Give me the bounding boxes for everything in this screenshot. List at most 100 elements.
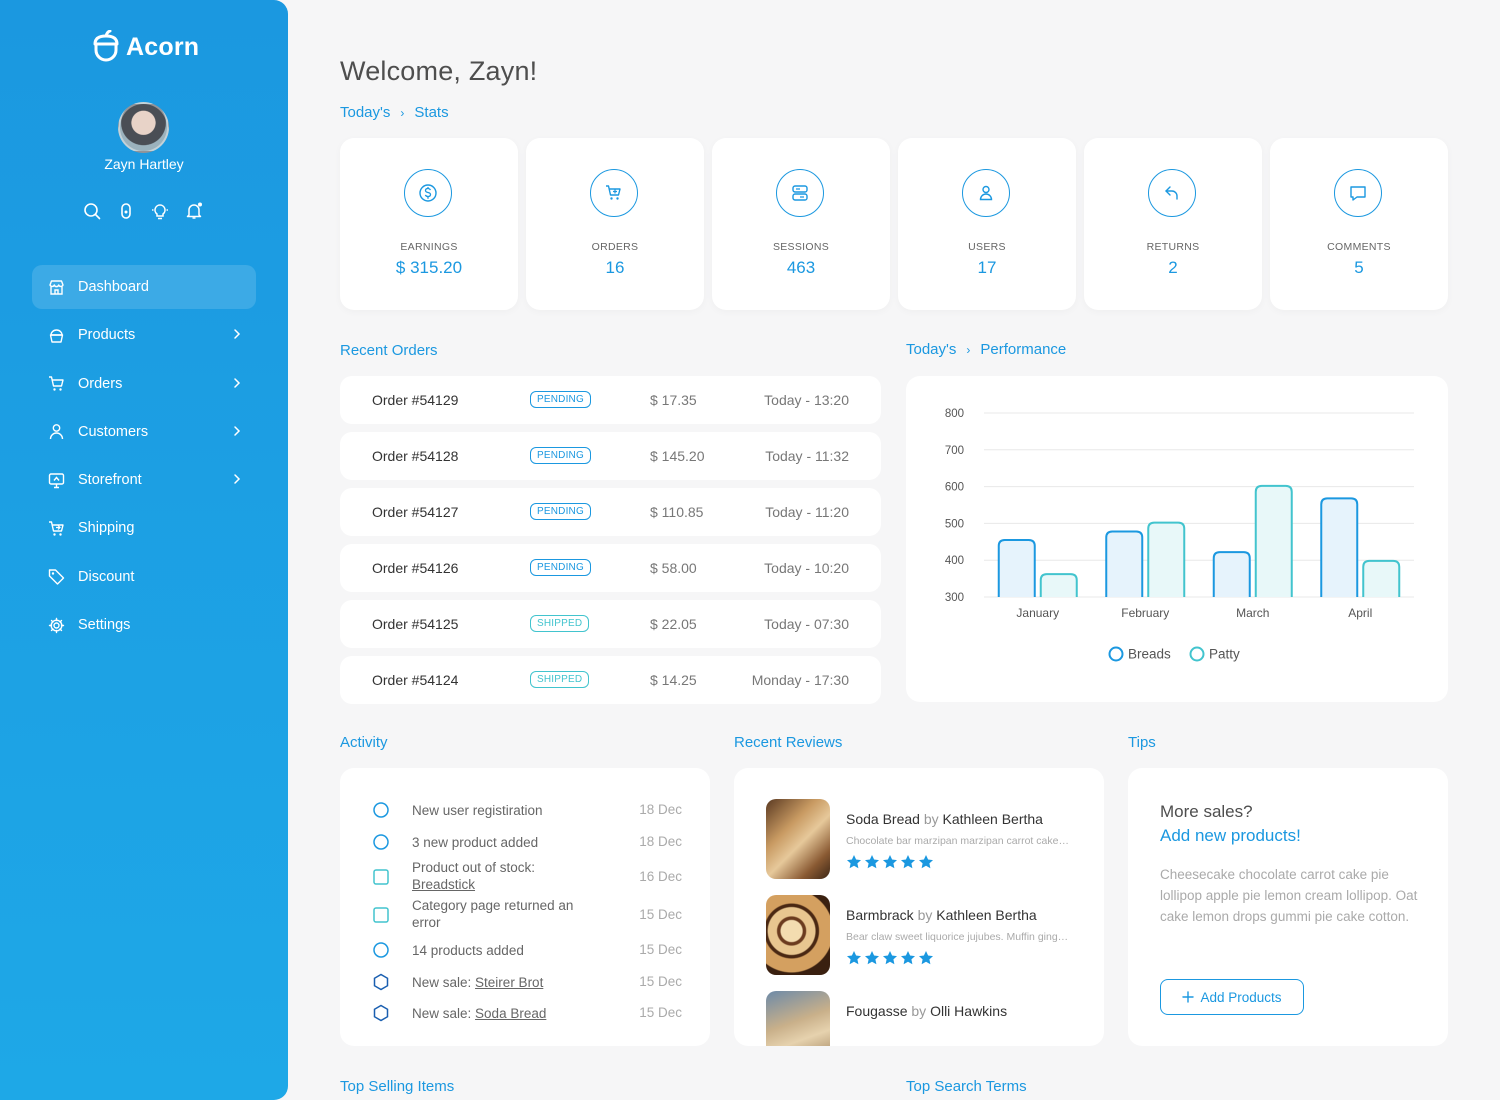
sidebar-item-products[interactable]: Products <box>32 313 256 357</box>
review-product[interactable]: Fougasse <box>846 1003 907 1019</box>
sidebar-item-dashboard[interactable]: Dashboard <box>32 265 256 309</box>
performance-breadcrumb: Today's › Performance <box>906 341 1066 358</box>
star-icon <box>919 951 933 965</box>
user-name[interactable]: Zayn Hartley <box>0 156 288 172</box>
y-tick-label: 500 <box>945 518 964 530</box>
bar-patty-february <box>1147 521 1186 597</box>
review-item[interactable]: Fougasse by Olli Hawkins <box>766 991 1076 1046</box>
review-author: Kathleen Bertha <box>942 811 1043 827</box>
status-badge: SHIPPED <box>530 671 590 688</box>
stat-label: SESSIONS <box>772 241 830 253</box>
activity-text: New sale: <box>412 975 472 990</box>
stat-card-orders[interactable]: ORDERS 16 <box>526 138 704 310</box>
order-amount: $ 17.35 <box>650 392 697 408</box>
review-item[interactable]: Soda Bread by Kathleen Bertha Chocolate … <box>766 799 1076 879</box>
star-icon <box>865 951 879 965</box>
sidebar-item-settings[interactable]: Settings <box>32 603 256 647</box>
stat-value: 463 <box>786 258 816 277</box>
star-icon <box>901 855 915 869</box>
activity-link[interactable]: Breadstick <box>412 877 475 892</box>
order-id: Order #54127 <box>372 504 459 520</box>
status-badge: PENDING <box>530 447 591 464</box>
review-product[interactable]: Barmbrack <box>846 907 914 923</box>
table-row[interactable]: Order #54124 SHIPPED $ 14.25 Monday - 17… <box>340 656 881 704</box>
breadcrumb-prefix[interactable]: Today's <box>340 104 390 121</box>
review-snippet: Bear claw sweet liquorice jujubes. Muffi… <box>846 931 1071 943</box>
y-tick-label: 800 <box>945 408 964 420</box>
table-row[interactable]: Order #54128 PENDING $ 145.20 Today - 11… <box>340 432 881 480</box>
activity-date: 15 Dec <box>639 1005 682 1020</box>
sidebar-item-label: Orders <box>78 375 123 392</box>
star-icon <box>901 951 915 965</box>
sidebar-item-shipping[interactable]: Shipping <box>32 506 256 550</box>
stat-label: COMMENTS <box>1327 241 1391 253</box>
table-row[interactable]: Order #54127 PENDING $ 110.85 Today - 11… <box>340 488 881 536</box>
y-tick-label: 700 <box>945 445 964 457</box>
table-row[interactable]: Order #54125 SHIPPED $ 22.05 Today - 07:… <box>340 600 881 648</box>
bell-icon[interactable] <box>185 202 203 220</box>
lightbulb-icon[interactable] <box>151 202 169 220</box>
chevron-right-icon <box>234 377 241 388</box>
page-title: Welcome, Zayn! <box>340 56 538 86</box>
cart-icon <box>48 375 65 392</box>
cupcake-icon <box>48 327 65 344</box>
breadcrumb-prefix[interactable]: Today's <box>906 341 956 358</box>
status-badge: PENDING <box>530 559 591 576</box>
review-author: Kathleen Bertha <box>936 907 1037 923</box>
order-time: Monday - 17:30 <box>751 672 849 688</box>
star-icon <box>847 855 861 869</box>
sidebar-item-customers[interactable]: Customers <box>32 410 256 454</box>
order-time: Today - 11:20 <box>765 504 849 520</box>
bar-patty-april <box>1362 559 1401 597</box>
search-icon[interactable] <box>83 202 101 220</box>
sidebar-item-discount[interactable]: Discount <box>32 555 256 599</box>
x-tick-label: January <box>1016 606 1059 620</box>
performance-chart: 300 400 500 600 700 800 January February March Ap… <box>945 408 1414 662</box>
stat-label: RETURNS <box>1146 241 1200 253</box>
table-row[interactable]: Order #54126 PENDING $ 58.00 Today - 10:… <box>340 544 881 592</box>
product-thumbnail <box>766 991 830 1046</box>
stat-card-users[interactable]: USERS 17 <box>898 138 1076 310</box>
bar-breads-january <box>997 538 1036 597</box>
chevron-right-icon <box>234 426 241 436</box>
reviews-card: Soda Bread by Kathleen Bertha Chocolate … <box>734 768 1104 1046</box>
order-amount: $ 22.05 <box>650 616 697 632</box>
server-icon <box>792 185 808 201</box>
y-tick-label: 300 <box>945 592 964 604</box>
activity-link[interactable]: Soda Bread <box>475 1006 546 1021</box>
star-rating <box>846 950 934 966</box>
user-icon[interactable] <box>117 202 135 220</box>
sidebar-item-storefront[interactable]: Storefront <box>32 458 256 502</box>
brand-logo[interactable]: Acorn <box>92 30 199 64</box>
stat-value: 5 <box>1354 258 1364 277</box>
y-tick-label: 600 <box>945 482 964 494</box>
product-thumbnail <box>766 799 830 879</box>
review-item[interactable]: Barmbrack by Kathleen Bertha Bear claw s… <box>766 895 1076 975</box>
legend-label: Patty <box>1209 647 1240 662</box>
stat-card-earnings[interactable]: EARNINGS $ 315.20 <box>340 138 518 310</box>
activity-text: New user registiration <box>412 803 543 818</box>
stat-card-returns[interactable]: RETURNS 2 <box>1084 138 1262 310</box>
star-icon <box>865 855 879 869</box>
star-rating <box>846 854 934 870</box>
avatar[interactable] <box>118 102 169 153</box>
review-snippet: Chocolate bar marzipan marzipan carrot c… <box>846 835 1071 847</box>
breadcrumb: Today's › Stats <box>340 104 449 121</box>
stat-value: $ 315.20 <box>395 258 463 277</box>
stat-value: 17 <box>977 258 997 277</box>
table-row[interactable]: Order #54129 PENDING $ 17.35 Today - 13:… <box>340 376 881 424</box>
add-products-button[interactable]: Add Products <box>1160 979 1304 1015</box>
user-icon <box>48 423 65 440</box>
stat-card-sessions[interactable]: SESSIONS 463 <box>712 138 890 310</box>
order-amount: $ 145.20 <box>650 448 705 464</box>
legend-label: Breads <box>1128 647 1171 662</box>
tips-heading: More sales? <box>1160 802 1253 821</box>
review-product[interactable]: Soda Bread <box>846 811 920 827</box>
activity-text: New sale: <box>412 1006 472 1021</box>
sidebar-item-orders[interactable]: Orders <box>32 362 256 406</box>
stat-label: ORDERS <box>591 241 639 253</box>
stat-value: 16 <box>605 258 625 277</box>
bar-breads-february <box>1105 530 1144 597</box>
activity-link[interactable]: Steirer Brot <box>475 975 543 990</box>
stat-card-comments[interactable]: COMMENTS 5 <box>1270 138 1448 310</box>
